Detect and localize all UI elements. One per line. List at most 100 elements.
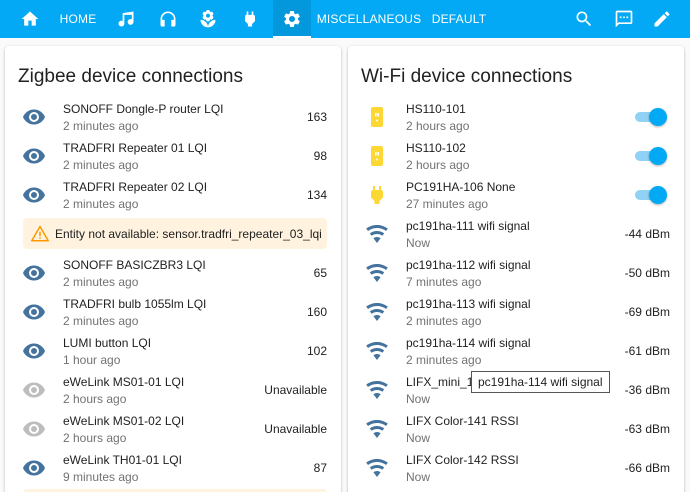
entity-name: eWeLink TH01-01 LQI [63, 453, 182, 467]
entity-row[interactable]: eWeLink MS01-02 LQI 2 hours ago Unavailabl… [5, 410, 341, 449]
entity-name: TRADFRI Repeater 02 LQI [63, 180, 208, 194]
eye-icon[interactable] [22, 105, 46, 129]
last-changed: 2 hours ago [406, 158, 470, 172]
entity-row[interactable]: TRADFRI Repeater 01 LQI 2 minutes ago 98 [5, 137, 341, 176]
wifi-icon[interactable] [365, 222, 389, 246]
last-changed: 2 minutes ago [63, 197, 139, 211]
tab-headphones[interactable] [148, 0, 188, 38]
entity-row[interactable]: LIFX Color-142 RSSI Now -66 dBm [348, 449, 684, 488]
entity-row[interactable]: pc191ha-112 wifi signal 7 minutes ago -50 … [348, 254, 684, 293]
entity-name: eWeLink MS01-02 LQI [63, 414, 185, 428]
toggle-switch[interactable] [635, 107, 667, 127]
switch-row[interactable]: PC191HA-106 None 27 minutes ago [348, 176, 684, 215]
entity-row[interactable]: TRADFRI bulb 1055lm LQI 2 minutes ago 160 [5, 293, 341, 332]
entity-name: LUMI button LQI [63, 336, 152, 350]
wifi-icon[interactable] [365, 378, 389, 402]
top-app-bar: HOME MISCELLANEOUS DEFAULT [0, 0, 690, 38]
tab-settings[interactable] [273, 0, 311, 38]
wifi-icon[interactable] [365, 339, 389, 363]
last-changed: 2 minutes ago [63, 119, 139, 133]
eye-icon[interactable] [22, 144, 46, 168]
card-title: Wi-Fi device connections [361, 66, 573, 87]
pencil-icon [654, 11, 670, 27]
entity-name: pc191ha-114 wifi signal [406, 336, 531, 350]
entity-name: TRADFRI bulb 1055lm LQI [63, 297, 207, 311]
card-title: Zigbee device connections [18, 66, 243, 87]
headphones-icon [160, 11, 176, 27]
last-changed: 7 minutes ago [406, 275, 482, 289]
eye-icon[interactable] [22, 261, 46, 285]
warning-banner: Entity not available: sensor.tradfri_rep… [23, 218, 327, 249]
entity-name: eWeLink MS01-01 LQI [63, 375, 185, 389]
zigbee-card: Zigbee device connections SONOFF Dongle-… [5, 46, 341, 492]
wifi-icon[interactable] [365, 300, 389, 324]
entity-state: -66 dBm [624, 461, 670, 475]
tab-power-plug[interactable] [230, 0, 270, 38]
eye-icon[interactable] [22, 339, 46, 363]
wifi-icon[interactable] [365, 261, 389, 285]
home-icon [21, 11, 39, 26]
chat-icon [615, 10, 633, 28]
tab-miscellaneous[interactable]: MISCELLANEOUS [317, 0, 421, 38]
last-changed: Now [406, 431, 431, 445]
last-changed: Now [406, 236, 431, 250]
eye-icon[interactable] [22, 300, 46, 324]
last-changed: 1 hour ago [63, 353, 121, 367]
tab-default[interactable]: DEFAULT [428, 0, 490, 38]
switch-row[interactable]: HS110-101 2 hours ago [348, 98, 684, 137]
entity-row[interactable]: pc191ha-113 wifi signal 2 minutes ago -69 … [348, 293, 684, 332]
entity-row[interactable]: LUMI button LQI 1 hour ago 102 [5, 332, 341, 371]
entity-state: Unavailable [264, 383, 327, 397]
entity-row[interactable]: eWeLink TH01-01 LQI 9 minutes ago 87 [5, 449, 341, 488]
eye-icon[interactable] [22, 417, 46, 441]
edit-dashboard-button[interactable] [642, 0, 682, 38]
entity-name: pc191ha-113 wifi signal [406, 297, 531, 311]
last-changed: Now [406, 392, 431, 406]
entity-row[interactable]: pc191ha-114 wifi signal 2 minutes ago -61 … [348, 332, 684, 371]
entity-state: 65 [313, 266, 327, 280]
tab-home-icon-button[interactable] [10, 0, 50, 38]
smart-plug-icon[interactable] [365, 105, 389, 129]
toggle-switch[interactable] [635, 185, 667, 205]
wifi-icon[interactable] [365, 417, 389, 441]
entity-name: SONOFF Dongle-P router LQI [63, 102, 224, 116]
entity-state: 102 [306, 344, 327, 358]
assist-button[interactable] [604, 0, 644, 38]
tab-home[interactable]: HOME [52, 0, 104, 38]
entity-state: -69 dBm [624, 305, 670, 319]
entity-row[interactable]: LIFX Color-141 RSSI Now -63 dBm [348, 410, 684, 449]
smart-plug-icon[interactable] [365, 144, 389, 168]
entity-name: pc191ha-111 wifi signal [406, 219, 530, 233]
eye-icon[interactable] [22, 378, 46, 402]
entity-name: LIFX_mini_14 [406, 375, 481, 389]
entity-row[interactable]: eWeLink MS01-01 LQI 2 hours ago Unavailabl… [5, 371, 341, 410]
entity-state: -44 dBm [624, 227, 670, 241]
switch-row[interactable]: HS110-102 2 hours ago [348, 137, 684, 176]
eye-icon[interactable] [22, 183, 46, 207]
power-plug-icon[interactable] [365, 183, 389, 207]
last-changed: 2 hours ago [63, 431, 127, 445]
wifi-card: Wi-Fi device connections HS110-101 2 hour… [348, 46, 684, 492]
search-button[interactable] [564, 0, 604, 38]
eye-icon[interactable] [22, 456, 46, 480]
entity-name: SONOFF BASICZBR3 LQI [63, 258, 206, 272]
last-changed: 2 minutes ago [63, 275, 139, 289]
tab-music[interactable] [106, 0, 146, 38]
last-changed: 2 hours ago [406, 119, 470, 133]
tab-flower[interactable] [188, 0, 228, 38]
entity-state: -36 dBm [624, 383, 670, 397]
entity-name: HS110-101 [406, 102, 466, 116]
gear-icon [284, 10, 300, 27]
entity-row[interactable]: pc191ha-111 wifi signal Now -44 dBm [348, 215, 684, 254]
toggle-switch[interactable] [635, 146, 667, 166]
entity-state: Unavailable [264, 422, 327, 436]
entity-row[interactable]: SONOFF BASICZBR3 LQI 2 minutes ago 65 [5, 254, 341, 293]
entity-name: PC191HA-106 None [406, 180, 516, 194]
entity-row[interactable]: SONOFF Dongle-P router LQI 2 minutes ago 1… [5, 98, 341, 137]
entity-row[interactable]: TRADFRI Repeater 02 LQI 2 minutes ago 134 [5, 176, 341, 215]
last-changed: 2 minutes ago [406, 314, 482, 328]
last-changed: 27 minutes ago [406, 197, 489, 211]
entity-state: -61 dBm [624, 344, 670, 358]
entity-name: HS110-102 [406, 141, 466, 155]
wifi-icon[interactable] [365, 456, 389, 480]
